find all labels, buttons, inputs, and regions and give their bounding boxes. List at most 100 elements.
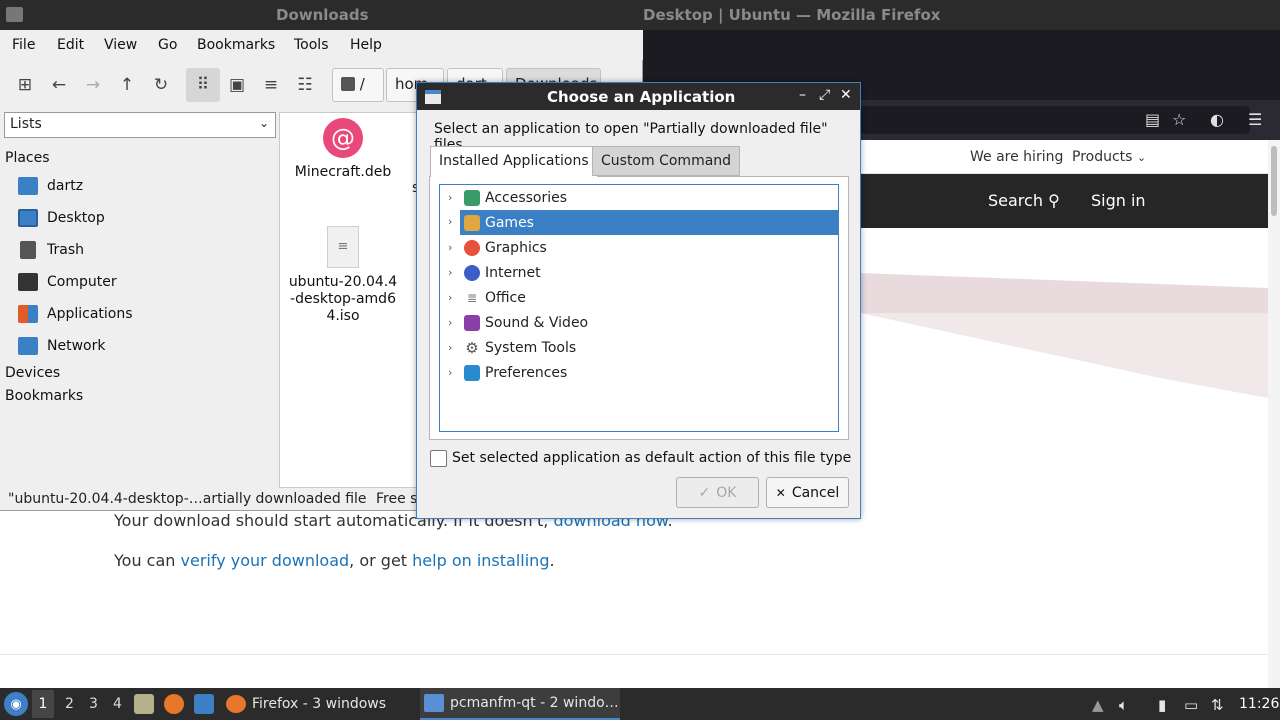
sound-video-icon	[464, 314, 480, 331]
we-are-hiring-link[interactable]: We are hiring	[970, 149, 1063, 165]
sidebar-item-desktop[interactable]: Desktop	[18, 206, 268, 230]
minimize-icon[interactable]: –	[799, 87, 806, 103]
hamburger-menu-icon[interactable]: ☰	[1248, 110, 1262, 129]
icon-view-icon: ⠿	[196, 75, 210, 95]
firefox-launcher-icon[interactable]	[164, 694, 184, 714]
applications-icon	[18, 305, 38, 323]
side-pane-mode-select[interactable]: Lists ⌄	[4, 112, 276, 138]
sidebar-item-applications[interactable]: Applications	[18, 302, 268, 326]
tree-item-games[interactable]: Games	[460, 210, 838, 235]
tree-item-system-tools[interactable]: › ⚙ System Tools	[440, 335, 838, 360]
task-label: pcmanfm-qt - 2 windo…	[450, 695, 619, 711]
start-menu-button[interactable]: ◉	[4, 692, 28, 716]
verify-message: You can verify your download, or get hel…	[114, 551, 555, 570]
expand-arrow-icon[interactable]: ›	[448, 316, 452, 329]
file-item[interactable]: @ Minecraft.deb	[281, 118, 405, 181]
expand-arrow-icon[interactable]: ›	[448, 341, 452, 354]
debian-package-icon: @	[323, 118, 363, 158]
devices-section[interactable]: Devices	[5, 365, 60, 381]
ok-button[interactable]: ✓ OK	[676, 477, 759, 508]
clipboard-icon[interactable]: ▮	[1158, 696, 1166, 714]
workspace-1[interactable]: 1	[32, 690, 54, 718]
network-status-icon[interactable]: ⇅	[1211, 696, 1224, 714]
places-section[interactable]: Places	[5, 150, 50, 166]
menu-file[interactable]: File	[12, 37, 35, 53]
scrollbar-thumb[interactable]	[1271, 146, 1277, 216]
menu-view[interactable]: View	[104, 37, 137, 53]
compact-view-icon[interactable]: ≡	[258, 72, 284, 98]
choose-application-dialog: Choose an Application – ⤢ ✕ Select an ap…	[416, 82, 861, 519]
workspace-4[interactable]: 4	[113, 696, 122, 712]
file-manager-titlebar[interactable]: Downloads	[0, 0, 643, 30]
tab-custom-command[interactable]: Custom Command	[592, 146, 741, 176]
set-default-checkbox-label[interactable]: Set selected application as default acti…	[452, 450, 851, 466]
thumbnail-view-icon[interactable]: ▣	[224, 72, 250, 98]
menu-go[interactable]: Go	[158, 37, 177, 53]
file-manager-launcher-icon[interactable]	[134, 694, 154, 714]
sidebar-item-trash[interactable]: Trash	[18, 238, 268, 262]
up-arrow-icon[interactable]: ↑	[114, 72, 140, 98]
detailed-list-view-icon[interactable]: ☷	[292, 72, 318, 98]
cancel-button[interactable]: ✕ Cancel	[766, 477, 849, 508]
verify-download-link[interactable]: verify your download	[181, 551, 350, 570]
expand-arrow-icon[interactable]: ›	[448, 241, 452, 254]
application-tree[interactable]: › Accessories › Games › Graphics › Inter…	[439, 184, 839, 432]
task-firefox[interactable]: Firefox - 3 windows	[222, 688, 412, 720]
tree-item-sound-video[interactable]: › Sound & Video	[440, 310, 838, 335]
close-icon: ✕	[775, 485, 786, 500]
ok-label: OK	[716, 484, 737, 501]
menu-help[interactable]: Help	[350, 37, 382, 53]
expand-arrow-icon[interactable]: ›	[448, 266, 452, 279]
tree-item-label: Preferences	[485, 364, 568, 381]
forward-arrow-icon[interactable]: →	[80, 72, 106, 98]
tree-item-internet[interactable]: › Internet	[440, 260, 838, 285]
back-arrow-icon[interactable]: ←	[46, 72, 72, 98]
file-item[interactable]: ≡ ubuntu-20.04.4-desktop-amd64.iso	[281, 226, 405, 325]
sidebar-item-dartz[interactable]: dartz	[18, 174, 268, 198]
reader-view-icon[interactable]: ▤	[1145, 110, 1160, 129]
sidebar-item-network[interactable]: Network	[18, 334, 268, 358]
clock[interactable]: 11:26	[1239, 696, 1279, 712]
reload-icon[interactable]: ↻	[148, 72, 174, 98]
expand-arrow-icon[interactable]: ›	[448, 191, 452, 204]
workspace-2[interactable]: 2	[65, 696, 74, 712]
sign-in-link[interactable]: Sign in	[1091, 191, 1146, 210]
new-tab-icon[interactable]: ⊞	[12, 72, 38, 98]
tree-item-preferences[interactable]: › Preferences	[440, 360, 838, 385]
help-installing-link[interactable]: help on installing	[412, 551, 549, 570]
folder-icon	[424, 694, 444, 712]
dialog-titlebar[interactable]: Choose an Application – ⤢ ✕	[417, 83, 860, 110]
path-root-button[interactable]: /	[332, 68, 384, 102]
account-icon[interactable]: ◐	[1210, 110, 1224, 129]
tree-item-office[interactable]: › ≣ Office	[440, 285, 838, 310]
checkmark-icon: ✓	[698, 484, 711, 501]
bookmark-star-icon[interactable]: ☆	[1172, 110, 1186, 129]
tray-up-icon[interactable]: ▲	[1092, 696, 1104, 714]
tree-item-label: Office	[485, 289, 526, 306]
products-label: Products	[1072, 149, 1133, 165]
show-desktop-icon[interactable]	[194, 694, 214, 714]
display-icon[interactable]: ▭	[1184, 696, 1198, 714]
sidebar-item-label: Trash	[47, 242, 84, 258]
firefox-url-bar[interactable]	[860, 106, 1250, 134]
menu-tools[interactable]: Tools	[294, 37, 329, 53]
expand-arrow-icon[interactable]: ›	[448, 366, 452, 379]
tree-item-accessories[interactable]: › Accessories	[440, 185, 838, 210]
menu-bookmarks[interactable]: Bookmarks	[197, 37, 275, 53]
task-pcmanfm[interactable]: pcmanfm-qt - 2 windo…	[420, 688, 620, 720]
volume-icon[interactable]: 🔈︎	[1119, 696, 1128, 714]
expand-arrow-icon[interactable]: ›	[448, 291, 452, 304]
menu-edit[interactable]: Edit	[57, 37, 84, 53]
expand-arrow-icon[interactable]: ›	[448, 215, 452, 228]
page-scrollbar[interactable]	[1268, 140, 1280, 688]
close-icon[interactable]: ✕	[840, 87, 852, 103]
maximize-icon[interactable]: ⤢	[819, 87, 830, 103]
tree-item-graphics[interactable]: › Graphics	[440, 235, 838, 260]
workspace-3[interactable]: 3	[89, 696, 98, 712]
bookmarks-section[interactable]: Bookmarks	[5, 388, 83, 404]
tab-installed-applications[interactable]: Installed Applications	[430, 146, 598, 177]
site-search-button[interactable]: Search ⚲	[988, 191, 1060, 210]
sidebar-item-computer[interactable]: Computer	[18, 270, 268, 294]
products-menu[interactable]: Products ⌄	[1072, 149, 1146, 165]
set-default-checkbox[interactable]	[430, 450, 447, 467]
